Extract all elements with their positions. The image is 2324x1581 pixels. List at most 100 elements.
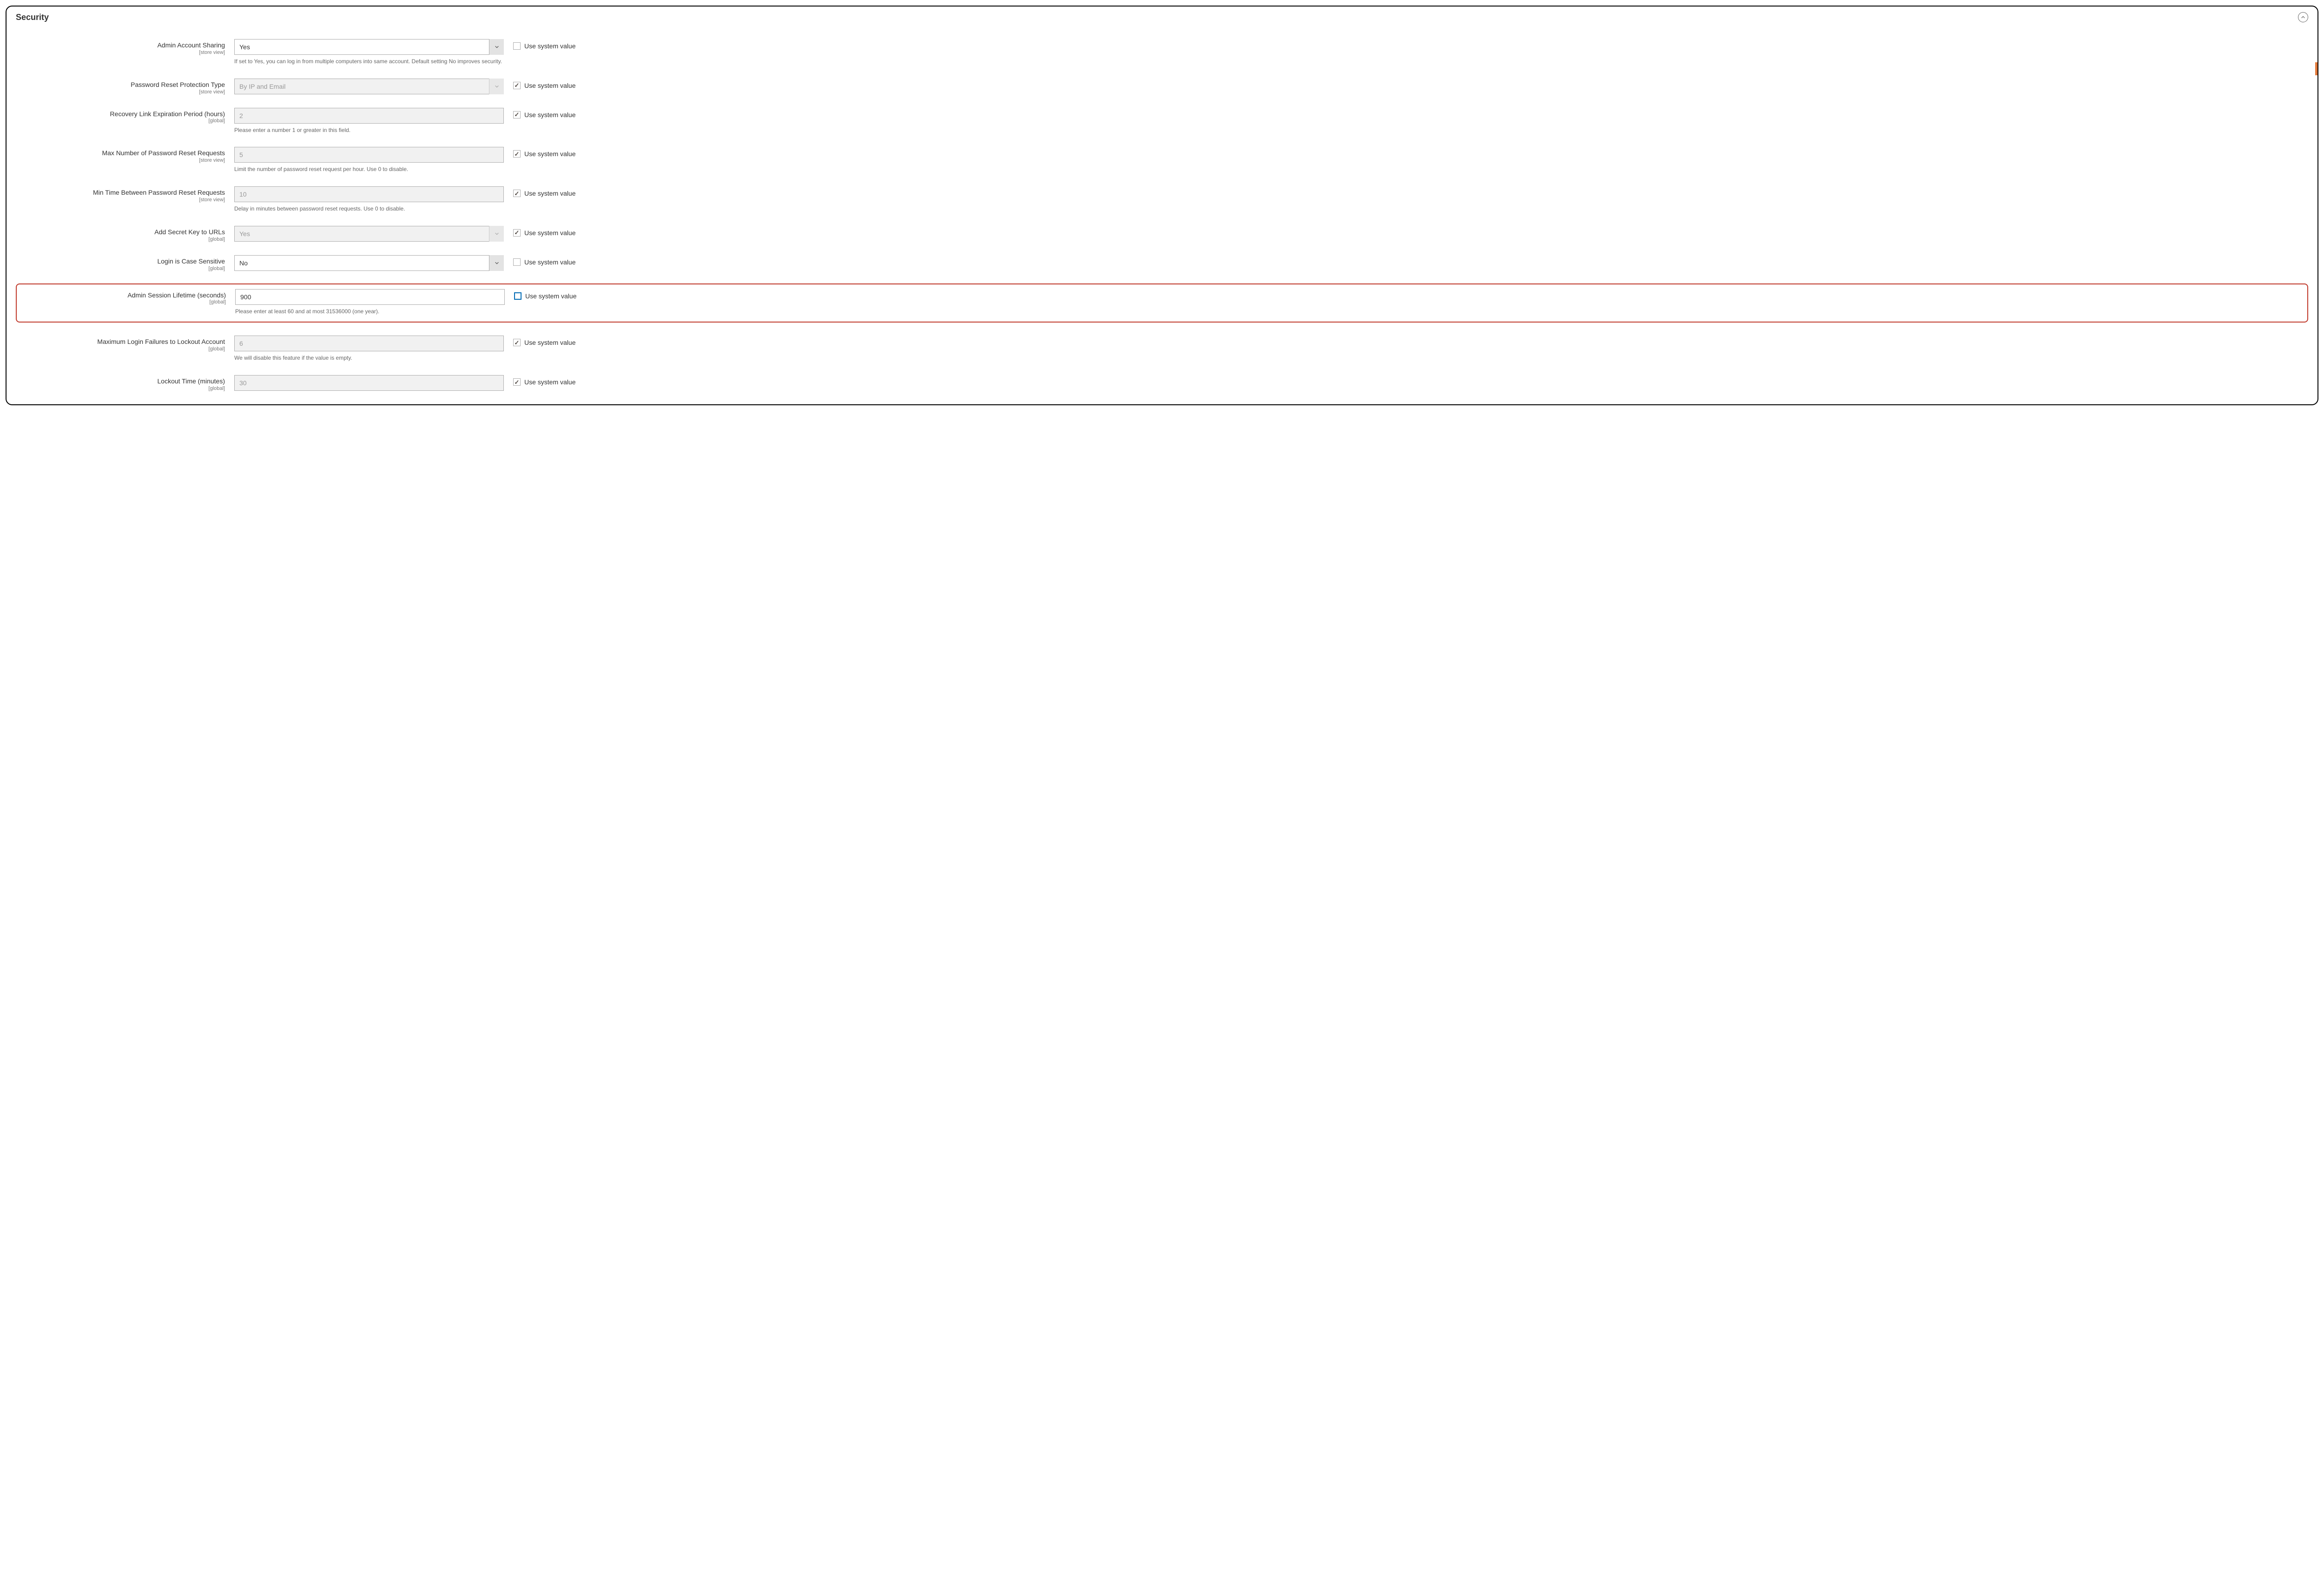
- chevron-down-icon: [489, 226, 504, 242]
- use-system-value-col: Use system value: [504, 108, 575, 119]
- use-system-value-label: Use system value: [524, 150, 575, 158]
- field-scope: [store view]: [16, 197, 225, 203]
- field-row-admin-session-lifetime: Admin Session Lifetime (seconds)[global]…: [16, 283, 2308, 323]
- login-case-sensitive-select[interactable]: [234, 255, 504, 271]
- admin-account-sharing-select[interactable]: [234, 39, 504, 55]
- use-system-value-col: Use system value: [504, 147, 575, 158]
- field-label: Login is Case Sensitive: [16, 257, 225, 265]
- admin-account-sharing-select-value[interactable]: [234, 39, 504, 55]
- field-scope: [global]: [17, 299, 226, 305]
- use-system-value-checkbox[interactable]: [513, 42, 521, 50]
- help-text: Please enter a number 1 or greater in th…: [234, 126, 504, 134]
- label-col: Maximum Login Failures to Lockout Accoun…: [16, 336, 234, 352]
- login-case-sensitive-select-value[interactable]: [234, 255, 504, 271]
- password-reset-protection-type-select-value: [234, 79, 504, 94]
- field-row-password-reset-protection-type: Password Reset Protection Type[store vie…: [16, 76, 2308, 96]
- max-login-failures-input: [234, 336, 504, 351]
- use-system-value-checkbox[interactable]: [513, 150, 521, 158]
- use-system-value-checkbox[interactable]: [513, 339, 521, 346]
- label-col: Min Time Between Password Reset Requests…: [16, 186, 234, 203]
- label-col: Add Secret Key to URLs[global]: [16, 226, 234, 242]
- use-system-value-label: Use system value: [524, 258, 575, 266]
- field-scope: [global]: [16, 118, 225, 124]
- use-system-value-checkbox[interactable]: [514, 292, 522, 300]
- fields-container: Admin Account Sharing[store view]If set …: [16, 36, 2308, 392]
- use-system-value-checkbox[interactable]: [513, 82, 521, 89]
- use-system-value-checkbox[interactable]: [513, 190, 521, 197]
- use-system-value-col: Use system value: [504, 255, 575, 266]
- chevron-down-icon: [489, 79, 504, 94]
- recovery-link-expiration-input: [234, 108, 504, 124]
- control-col: [234, 226, 504, 242]
- use-system-value-label: Use system value: [524, 82, 575, 89]
- label-col: Max Number of Password Reset Requests[st…: [16, 147, 234, 163]
- lockout-time-input: [234, 375, 504, 391]
- field-row-recovery-link-expiration: Recovery Link Expiration Period (hours)[…: [16, 105, 2308, 135]
- chevron-down-icon[interactable]: [489, 39, 504, 55]
- use-system-value-col: Use system value: [504, 39, 575, 50]
- field-label: Admin Session Lifetime (seconds): [17, 291, 226, 299]
- label-col: Admin Session Lifetime (seconds)[global]: [17, 289, 235, 305]
- field-label: Add Secret Key to URLs: [16, 228, 225, 236]
- label-col: Login is Case Sensitive[global]: [16, 255, 234, 271]
- chevron-down-icon[interactable]: [489, 255, 504, 271]
- control-col: We will disable this feature if the valu…: [234, 336, 504, 362]
- use-system-value-col: Use system value: [504, 226, 575, 237]
- field-label: Password Reset Protection Type: [16, 81, 225, 89]
- use-system-value-label: Use system value: [524, 229, 575, 237]
- panel-title: Security: [16, 13, 49, 22]
- help-text: We will disable this feature if the valu…: [234, 354, 504, 362]
- use-system-value-label: Use system value: [525, 292, 576, 300]
- use-system-value-col: Use system value: [504, 375, 575, 386]
- field-row-max-login-failures: Maximum Login Failures to Lockout Accoun…: [16, 333, 2308, 363]
- field-label: Lockout Time (minutes): [16, 377, 225, 385]
- use-system-value-checkbox[interactable]: [513, 378, 521, 386]
- use-system-value-col: Use system value: [504, 336, 575, 346]
- use-system-value-label: Use system value: [524, 111, 575, 119]
- control-col: [234, 375, 504, 391]
- use-system-value-label: Use system value: [524, 339, 575, 346]
- help-text: Please enter at least 60 and at most 315…: [235, 308, 505, 316]
- field-scope: [global]: [16, 346, 225, 352]
- field-label: Max Number of Password Reset Requests: [16, 149, 225, 157]
- panel-header: Security: [16, 12, 2308, 22]
- control-col: Please enter at least 60 and at most 315…: [235, 289, 505, 316]
- field-label: Maximum Login Failures to Lockout Accoun…: [16, 338, 225, 346]
- admin-session-lifetime-input[interactable]: [235, 289, 505, 305]
- add-secret-key-to-urls-select-value: [234, 226, 504, 242]
- use-system-value-checkbox[interactable]: [513, 258, 521, 266]
- field-row-lockout-time: Lockout Time (minutes)[global] Use system…: [16, 372, 2308, 392]
- field-scope: [global]: [16, 266, 225, 271]
- help-text: If set to Yes, you can log in from multi…: [234, 58, 504, 66]
- use-system-value-label: Use system value: [524, 378, 575, 386]
- label-col: Password Reset Protection Type[store vie…: [16, 79, 234, 95]
- use-system-value-col: Use system value: [505, 289, 576, 300]
- use-system-value-col: Use system value: [504, 186, 575, 197]
- use-system-value-col: Use system value: [504, 79, 575, 89]
- help-text: Delay in minutes between password reset …: [234, 205, 504, 213]
- field-row-min-time-between-requests: Min Time Between Password Reset Requests…: [16, 184, 2308, 214]
- use-system-value-label: Use system value: [524, 42, 575, 50]
- field-scope: [global]: [16, 237, 225, 242]
- label-col: Admin Account Sharing[store view]: [16, 39, 234, 55]
- control-col: [234, 79, 504, 94]
- control-col: [234, 255, 504, 271]
- scrollbar-indicator: [2315, 62, 2317, 75]
- control-col: Delay in minutes between password reset …: [234, 186, 504, 213]
- control-col: Please enter a number 1 or greater in th…: [234, 108, 504, 134]
- field-scope: [store view]: [16, 50, 225, 55]
- label-col: Recovery Link Expiration Period (hours)[…: [16, 108, 234, 124]
- use-system-value-checkbox[interactable]: [513, 111, 521, 119]
- field-row-add-secret-key-to-urls: Add Secret Key to URLs[global] Use system…: [16, 223, 2308, 243]
- field-row-login-case-sensitive: Login is Case Sensitive[global] Use syste…: [16, 252, 2308, 272]
- field-row-max-password-reset-requests: Max Number of Password Reset Requests[st…: [16, 144, 2308, 174]
- help-text: Limit the number of password reset reque…: [234, 165, 504, 173]
- password-reset-protection-type-select: [234, 79, 504, 94]
- label-col: Lockout Time (minutes)[global]: [16, 375, 234, 391]
- control-col: If set to Yes, you can log in from multi…: [234, 39, 504, 66]
- collapse-toggle-icon[interactable]: [2298, 12, 2308, 22]
- max-password-reset-requests-input: [234, 147, 504, 163]
- field-label: Recovery Link Expiration Period (hours): [16, 110, 225, 118]
- use-system-value-checkbox[interactable]: [513, 229, 521, 237]
- field-row-admin-account-sharing: Admin Account Sharing[store view]If set …: [16, 36, 2308, 66]
